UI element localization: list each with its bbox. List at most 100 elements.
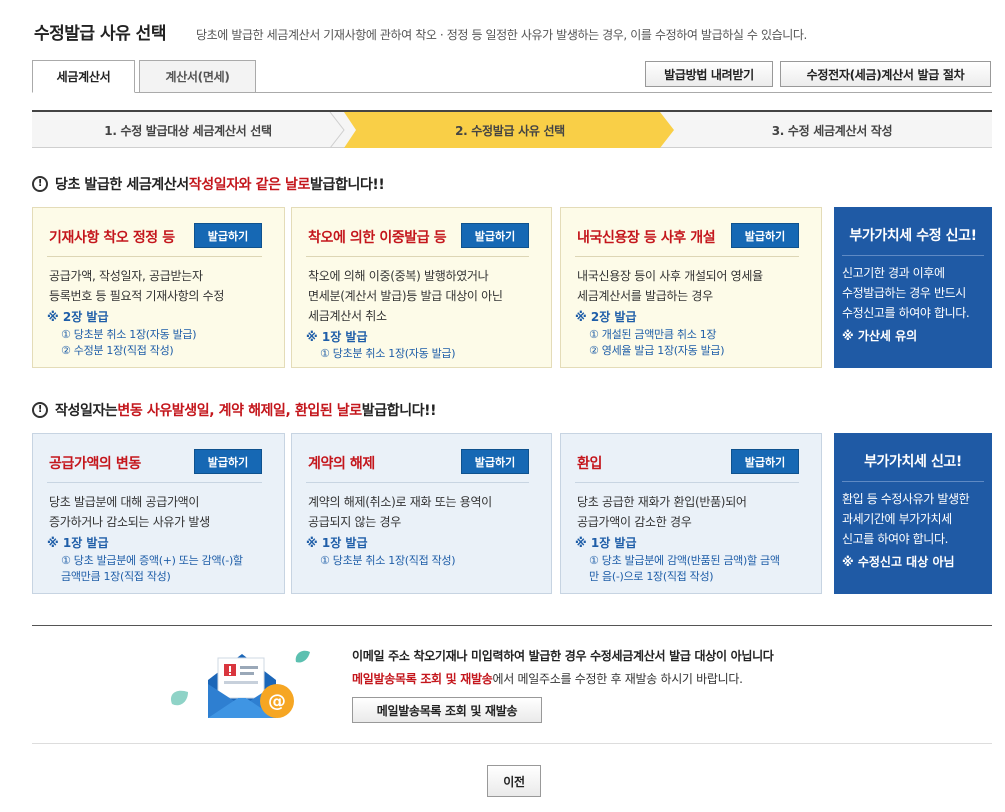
section1-heading-text: 당초 발급한 세금계산서 [55, 177, 189, 193]
card-note: ※ 2장 발급 [575, 310, 637, 324]
side-body-line: 신고를 하여야 합니다. [842, 532, 949, 546]
card-sub-line: ① 당초분 취소 1장(직접 작성) [320, 554, 456, 567]
issue-button[interactable]: 발급하기 [194, 449, 262, 474]
section1-heading-highlight: 작성일자와 같은 날로 [188, 177, 311, 193]
card-sub: ① 당초 발급분에 증액(+) 또는 감액(-)할 금액만큼 1장(직접 작성) [61, 553, 243, 585]
step-3: 3. 수정 세금계산서 작성 [771, 123, 893, 138]
notice-link-text: 메일발송목록 조회 및 재발송 [352, 672, 493, 686]
prev-button[interactable]: 이전 [487, 765, 541, 797]
card-body-line: 공급되지 않는 경우 [308, 515, 401, 529]
divider [306, 482, 529, 483]
divider [575, 482, 799, 483]
card-body-line: 당초 공급한 재화가 환입(반품)되어 [577, 495, 747, 509]
notice-title: 이메일 주소 착오기재나 미입력하여 발급한 경우 수정세금계산서 발급 대상이… [352, 649, 774, 663]
side-note: ※ 가산세 유의 [842, 329, 918, 343]
side-title: 부가가치세 신고! [864, 454, 962, 470]
card-local-lc: 내국신용장 등 사후 개설 발급하기 내국신용장 등이 사후 개설되어 영세율 … [560, 207, 822, 368]
divider [32, 625, 992, 626]
card-sub-line: ② 수정분 1장(직접 작성) [61, 344, 174, 357]
section2-heading: ! 작성일자는 변동 사유발생일, 계약 해제일, 환입된 날로 발급합니다!! [32, 400, 437, 420]
side-body: 환입 등 수정사유가 발생한 과세기간에 부가가치세 신고를 하여야 합니다. [842, 489, 988, 549]
card-sub-line: ① 당초분 취소 1장(자동 발급) [61, 328, 197, 341]
issue-button[interactable]: 발급하기 [461, 223, 529, 248]
card-sub: ① 당초분 취소 1장(자동 발급) [320, 346, 456, 362]
page-description: 당초에 발급한 세금계산서 기재사항에 관하여 착오 · 정정 등 일정한 사유… [196, 28, 807, 42]
side-panel-vat-report: 부가가치세 신고! 환입 등 수정사유가 발생한 과세기간에 부가가치세 신고를… [834, 433, 992, 594]
card-sub: ① 개설된 금액만큼 취소 1장 ② 영세율 발급 1장(자동 발급) [589, 327, 725, 359]
notice-text: 메일발송목록 조회 및 재발송에서 메일주소를 수정한 후 재발송 하시기 바랍… [352, 670, 743, 687]
page-title: 수정발급 사유 선택 [34, 24, 166, 44]
card-body: 당초 발급분에 대해 공급가액이 증가하거나 감소되는 사유가 발생 [49, 492, 274, 532]
step-1: 1. 수정 발급대상 세금계산서 선택 [104, 123, 272, 138]
section1-heading: ! 당초 발급한 세금계산서 작성일자와 같은 날로 발급합니다!! [32, 174, 385, 194]
divider [842, 255, 984, 256]
card-body-line: 착오에 의해 이중(중복) 발행하였거나 [308, 269, 489, 283]
card-sub-line: ① 개설된 금액만큼 취소 1장 [589, 328, 717, 341]
card-sub-line: ② 영세율 발급 1장(자동 발급) [589, 344, 725, 357]
card-title: 공급가액의 변동 [49, 456, 141, 472]
side-body-line: 신고기한 경과 이후에 [842, 266, 945, 280]
divider [306, 256, 529, 257]
card-note: ※ 1장 발급 [306, 330, 368, 344]
card-body-line: 세금계산서를 발급하는 경우 [577, 289, 713, 303]
procedure-button[interactable]: 수정전자(세금)계산서 발급 절차 [780, 61, 991, 87]
side-body-line: 수정신고를 하여야 합니다. [842, 306, 970, 320]
card-note: ※ 2장 발급 [47, 310, 109, 324]
card-title: 환입 [577, 456, 602, 472]
step-2: 2. 수정발급 사유 선택 [455, 123, 565, 138]
issue-button[interactable]: 발급하기 [731, 223, 799, 248]
card-sub-line: ① 당초 발급분에 증액(+) 또는 감액(-)할 [61, 554, 243, 567]
card-supply-change: 공급가액의 변동 발급하기 당초 발급분에 대해 공급가액이 증가하거나 감소되… [32, 433, 285, 594]
card-duplicate: 착오에 의한 이중발급 등 발급하기 착오에 의해 이중(중복) 발행하였거나 … [291, 207, 552, 368]
card-title: 착오에 의한 이중발급 등 [308, 230, 447, 246]
card-contract-cancel: 계약의 해제 발급하기 계약의 해제(취소)로 재화 또는 용역이 공급되지 않… [291, 433, 552, 594]
divider [47, 256, 262, 257]
step-indicator: 1. 수정 발급대상 세금계산서 선택 2. 수정발급 사유 선택 3. 수정 … [32, 110, 992, 148]
notice-text-rest: 에서 메일주소를 수정한 후 재발송 하시기 바랍니다. [492, 672, 743, 686]
card-body-line: 내국신용장 등이 사후 개설되어 영세율 [577, 269, 763, 283]
side-panel-vat-amend: 부가가치세 수정 신고! 신고기한 경과 이후에 수정발급하는 경우 반드시 수… [834, 207, 992, 368]
card-body: 계약의 해제(취소)로 재화 또는 용역이 공급되지 않는 경우 [308, 492, 541, 532]
card-body: 내국신용장 등이 사후 개설되어 영세율 세금계산서를 발급하는 경우 [577, 266, 811, 306]
svg-text:@: @ [268, 691, 286, 712]
card-note: ※ 1장 발급 [575, 536, 637, 550]
card-correction: 기재사항 착오 정정 등 발급하기 공급가액, 작성일자, 공급받는자 등록번호… [32, 207, 285, 368]
card-body-line: 계약의 해제(취소)로 재화 또는 용역이 [308, 495, 492, 509]
divider [842, 481, 984, 482]
issue-button[interactable]: 발급하기 [194, 223, 262, 248]
section1-heading-tail: 발급합니다!! [310, 177, 385, 193]
tab-tax-invoice[interactable]: 세금계산서 [32, 60, 135, 93]
card-body-line: 증가하거나 감소되는 사유가 발생 [49, 515, 210, 529]
card-body: 공급가액, 작성일자, 공급받는자 등록번호 등 필요적 기재사항의 수정 [49, 266, 274, 306]
tab-invoice-tax-exempt[interactable]: 계산서(면세) [139, 60, 256, 93]
card-body-line: 면세분(계산서 발급)등 발급 대상이 아닌 [308, 289, 503, 303]
card-body-line: 세금계산서 취소 [308, 309, 387, 323]
card-title: 내국신용장 등 사후 개설 [577, 230, 716, 246]
section2-heading-tail: 발급합니다!! [361, 403, 437, 419]
download-guide-button[interactable]: 발급방법 내려받기 [645, 61, 773, 87]
side-title: 부가가치세 수정 신고! [849, 228, 977, 244]
card-body-line: 공급가액이 감소한 경우 [577, 515, 692, 529]
issue-button[interactable]: 발급하기 [731, 449, 799, 474]
exclamation-icon: ! [32, 402, 48, 418]
resend-email-button[interactable]: 메일발송목록 조회 및 재발송 [352, 697, 542, 723]
divider [47, 482, 262, 483]
divider [32, 743, 992, 744]
card-sub: ① 당초 발급분에 감액(반품된 금액)할 금액 만 음(-)으로 1장(직접 … [589, 553, 780, 585]
exclamation-icon: ! [32, 176, 48, 192]
card-sub-line: ① 당초 발급분에 감액(반품된 금액)할 금액 [589, 554, 780, 567]
card-title: 계약의 해제 [308, 456, 375, 472]
card-body-line: 공급가액, 작성일자, 공급받는자 [49, 269, 203, 283]
card-sub-line: 금액만큼 1장(직접 작성) [61, 570, 171, 583]
side-body: 신고기한 경과 이후에 수정발급하는 경우 반드시 수정신고를 하여야 합니다. [842, 263, 988, 323]
side-body-line: 과세기간에 부가가치세 [842, 512, 952, 526]
side-note: ※ 수정신고 대상 아님 [842, 555, 955, 569]
issue-button[interactable]: 발급하기 [461, 449, 529, 474]
section2-heading-text: 작성일자는 [55, 403, 118, 419]
card-body: 착오에 의해 이중(중복) 발행하였거나 면세분(계산서 발급)등 발급 대상이… [308, 266, 541, 326]
divider [575, 256, 799, 257]
card-title: 기재사항 착오 정정 등 [49, 230, 175, 246]
side-body-line: 환입 등 수정사유가 발생한 [842, 492, 970, 506]
card-body-line: 당초 발급분에 대해 공급가액이 [49, 495, 200, 509]
card-note: ※ 1장 발급 [306, 536, 368, 550]
